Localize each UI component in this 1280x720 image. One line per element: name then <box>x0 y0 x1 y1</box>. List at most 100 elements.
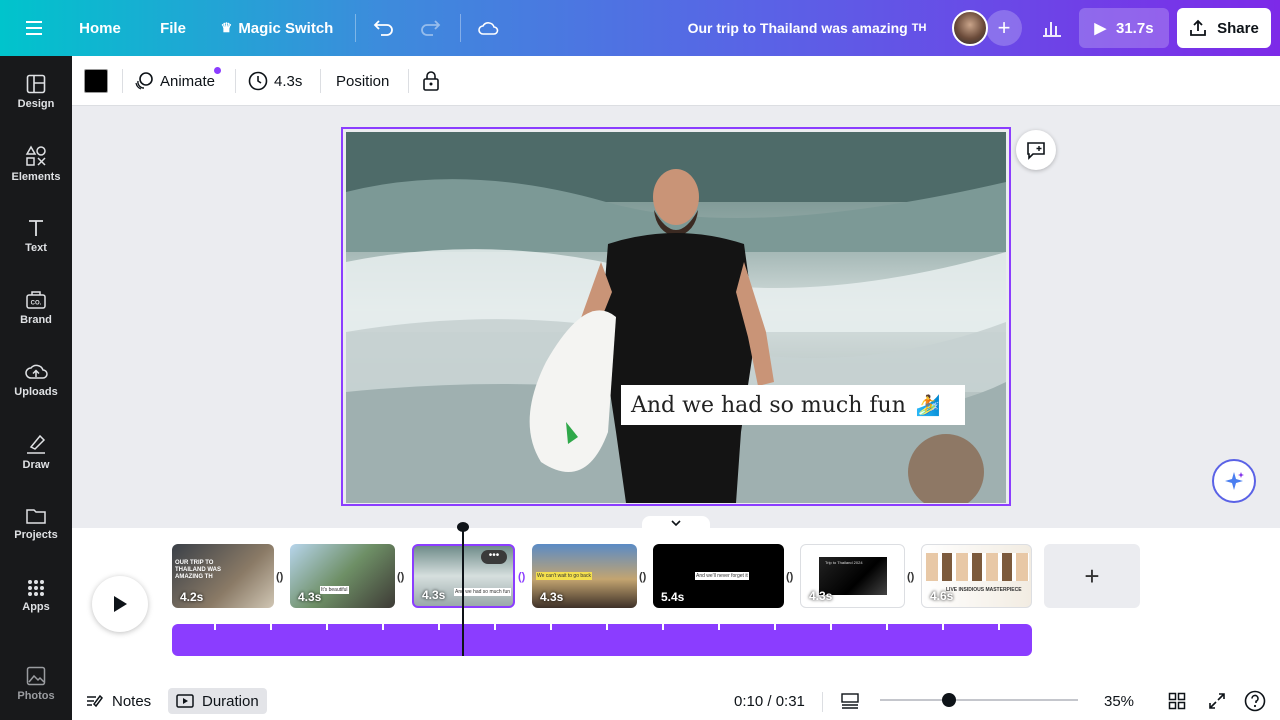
present-button[interactable]: ▶ 31.7s <box>1079 8 1169 48</box>
sidebar-item-label: Text <box>25 242 47 254</box>
sidebar-item-draw[interactable]: Draw <box>0 420 72 484</box>
cloud-upload-icon <box>25 364 48 379</box>
sidebar-item-label: Brand <box>20 314 52 326</box>
share-button[interactable]: Share <box>1177 8 1271 48</box>
sidebar-item-text[interactable]: Text <box>0 204 72 268</box>
document-title[interactable]: Our trip to Thailand was amazing TH <box>680 8 934 48</box>
share-label: Share <box>1217 19 1259 37</box>
divider <box>320 69 321 93</box>
clip-duration: 4.3s <box>298 590 322 604</box>
animate-label: Animate <box>160 72 216 90</box>
surfer-emoji: 🏄 <box>915 393 941 417</box>
audio-beat-markers <box>172 624 1032 630</box>
timeline-clip[interactable]: LIVE INSIDIOUS MASTERPIECE 4.6s <box>921 544 1032 608</box>
sidebar-item-label: Draw <box>22 459 50 471</box>
transition-handle[interactable]: () <box>907 571 914 583</box>
save-status-button[interactable] <box>470 8 506 48</box>
transition-handle[interactable]: () <box>397 571 404 583</box>
fullscreen-button[interactable] <box>1208 688 1226 714</box>
lock-button[interactable] <box>422 64 440 98</box>
playhead-handle[interactable] <box>457 522 469 532</box>
redo-button[interactable] <box>412 8 448 48</box>
duration-button[interactable]: 4.3s <box>248 64 302 98</box>
page-layout-icon <box>841 693 859 709</box>
clip-duration: 4.2s <box>180 590 204 604</box>
sidebar-item-elements[interactable]: Elements <box>0 132 72 196</box>
play-button[interactable] <box>92 576 148 632</box>
duration-toggle-button[interactable]: Duration <box>168 688 267 714</box>
playhead[interactable] <box>462 528 464 656</box>
insights-button[interactable] <box>1032 8 1072 48</box>
divider <box>822 692 823 712</box>
caption-text-box[interactable]: And we had so much fun 🏄 <box>621 385 965 425</box>
transition-handle[interactable]: () <box>276 571 283 583</box>
transition-handle[interactable]: () <box>518 571 525 583</box>
upload-icon <box>1190 19 1207 36</box>
notes-button[interactable]: Notes <box>86 688 151 714</box>
clip-text: And we'll never forget it <box>695 572 749 580</box>
clip-options-button[interactable]: ••• <box>481 550 507 564</box>
file-button[interactable]: File <box>152 8 194 48</box>
add-comment-icon <box>1027 142 1045 160</box>
comment-button[interactable] <box>1016 130 1056 170</box>
plus-icon: + <box>1084 561 1100 591</box>
timeline-clip[interactable]: Trip to Thailand 2024 4.3s <box>800 544 905 608</box>
document-title-text: Our trip to Thailand was amazing <box>687 20 908 36</box>
add-collaborator-button[interactable]: + <box>986 10 1022 46</box>
zoom-slider-thumb[interactable] <box>942 693 957 707</box>
transition-handle[interactable]: () <box>786 571 793 583</box>
sidebar-item-design[interactable]: Design <box>0 60 72 124</box>
play-icon: ▶ <box>1094 20 1106 37</box>
context-toolbar: Animate 4.3s Position <box>72 56 1280 106</box>
film-icon <box>176 694 194 708</box>
divider <box>408 69 409 93</box>
transition-handle[interactable]: () <box>639 571 646 583</box>
sidebar-item-apps[interactable]: Apps <box>0 564 72 628</box>
sidebar: Design Elements Text CO. Brand Uploads D… <box>0 56 72 720</box>
canvas-page[interactable]: And we had so much fun 🏄 <box>341 127 1011 506</box>
bar-chart-icon <box>1043 22 1061 37</box>
clip-text: LIVE INSIDIOUS MASTERPIECE <box>946 587 1022 593</box>
layout-icon <box>26 74 46 94</box>
timeline-clip[interactable]: And we'll never forget it 5.4s <box>653 544 784 608</box>
collapse-timeline-button[interactable] <box>642 516 710 530</box>
divider <box>235 69 236 93</box>
home-button[interactable]: Home <box>72 8 128 48</box>
brand-icon: CO. <box>26 291 46 309</box>
top-bar: Home File ♛ Magic Switch Our trip to Tha… <box>0 0 1280 56</box>
add-page-button[interactable]: + <box>1044 544 1140 608</box>
sidebar-item-uploads[interactable]: Uploads <box>0 348 72 412</box>
magic-assistant-button[interactable] <box>1212 459 1256 503</box>
audio-track[interactable] <box>172 624 1032 656</box>
sidebar-item-photos[interactable]: Photos <box>0 652 72 716</box>
timeline-clip[interactable]: OUR TRIP TO THAILAND WAS AMAZING TH 4.2s <box>172 544 274 608</box>
magic-switch-label: Magic Switch <box>238 19 334 37</box>
background-photo[interactable]: And we had so much fun 🏄 <box>346 132 1006 503</box>
zoom-percentage[interactable]: 35% <box>1104 688 1134 714</box>
animate-icon <box>135 72 153 90</box>
page-view-button[interactable] <box>840 688 860 714</box>
pen-icon <box>27 434 46 454</box>
time-readout: 0:10 / 0:31 <box>734 692 805 710</box>
menu-button[interactable] <box>16 8 56 48</box>
grid-view-button[interactable] <box>1168 688 1186 714</box>
timeline-clip[interactable]: We can't wait to go back 4.3s <box>532 544 637 608</box>
notes-icon <box>87 694 103 708</box>
text-color-swatch[interactable] <box>84 69 108 93</box>
position-button[interactable]: Position <box>336 64 389 98</box>
zoom-slider[interactable] <box>880 693 1078 707</box>
magic-switch-button[interactable]: ♛ Magic Switch <box>214 8 340 48</box>
animate-button[interactable]: Animate <box>134 64 222 98</box>
duration-toggle-label: Duration <box>202 692 259 710</box>
help-button[interactable] <box>1244 688 1266 714</box>
clip-thumbnail <box>926 553 1029 581</box>
sidebar-item-projects[interactable]: Projects <box>0 492 72 556</box>
undo-button[interactable] <box>366 8 402 48</box>
avatar[interactable] <box>952 10 988 46</box>
timeline-clip[interactable]: It's beautiful 4.3s <box>290 544 395 608</box>
sidebar-item-brand[interactable]: CO. Brand <box>0 276 72 340</box>
bottom-bar: Notes Duration 0:10 / 0:31 35% <box>72 680 1280 720</box>
clip-duration: 5.4s <box>661 590 685 604</box>
divider <box>122 69 123 93</box>
clip-text: We can't wait to go back <box>536 572 592 580</box>
